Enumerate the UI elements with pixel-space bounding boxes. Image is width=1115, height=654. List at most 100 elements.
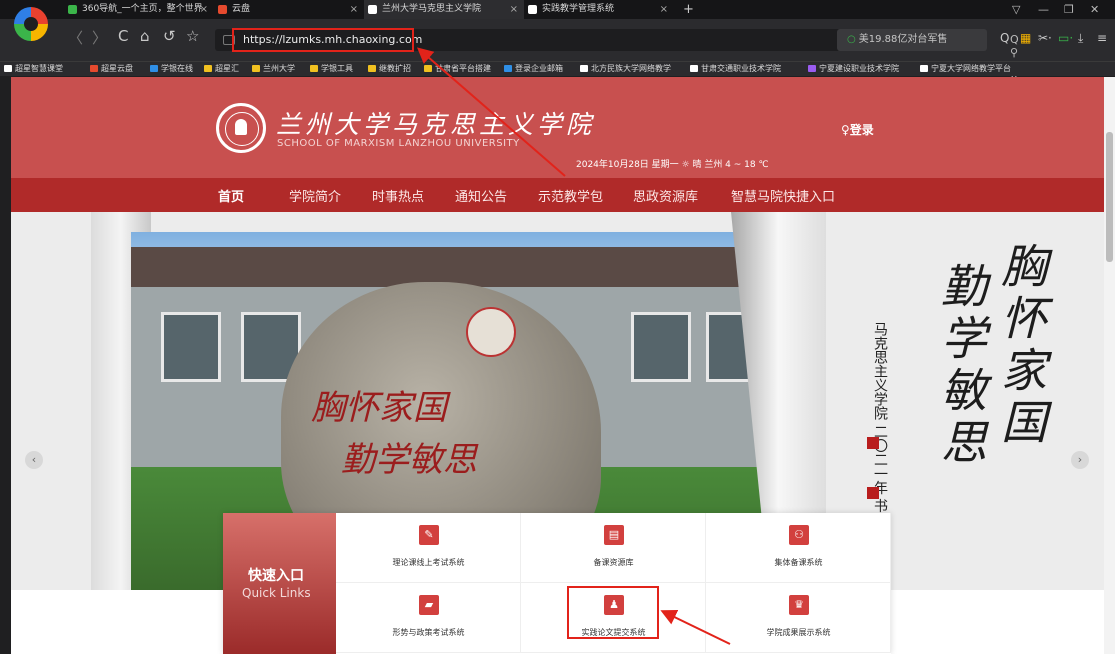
browser-window: 360导航_一个主页，整个世界 × 云盘 × 兰州大学马克思主义学院 × 实践教… (0, 0, 1115, 654)
calligraphy-panel: 胸怀家国 勤学敏思 马克思主义学院 二〇二一年 书 (867, 242, 1071, 542)
page-viewport: 兰州大学马克思主义学院 SCHOOL OF MARXISM LANZHOU UN… (11, 77, 1115, 654)
page-favicon-icon (528, 5, 537, 14)
bookmarks-bar: 超星智慧课堂 超星云盘 学银在线 超星汇 兰州大学 学银工具 继教扩招 甘肃省平… (0, 61, 1115, 76)
quick-link-resource-library[interactable]: ▤ 备课资源库 (521, 513, 706, 583)
home-button[interactable]: ⌂ (140, 27, 150, 45)
quick-link-collective-prep[interactable]: ⚇ 集体备课系统 (706, 513, 891, 583)
folder-icon (204, 65, 212, 72)
quick-links-title: 快速入口 (248, 568, 304, 584)
quick-links-subtitle: Quick Links (242, 586, 311, 600)
calligraphy-text: 胸怀家国 (994, 242, 1048, 450)
360-browser-logo-icon[interactable] (14, 7, 48, 41)
360-favicon-icon (68, 5, 77, 14)
menu-resources[interactable]: 思政资源库 (633, 186, 698, 205)
mail-icon (504, 65, 512, 72)
university-emblem-icon[interactable] (216, 103, 266, 153)
search-text: 美19.88亿对台军售 (858, 34, 948, 45)
quick-link-policy-exam[interactable]: ▰ 形势与政策考试系统 (336, 583, 521, 653)
menu-teaching-packages[interactable]: 示范教学包 (538, 186, 603, 205)
page-icon (4, 65, 12, 72)
bookmark-item[interactable]: 学银工具 (310, 63, 353, 74)
stone-inscription: 勤学敏思 (341, 440, 477, 480)
tab-360-nav[interactable]: 360导航_一个主页，整个世界 × (64, 0, 214, 19)
school-title[interactable]: 兰州大学马克思主义学院 (276, 105, 595, 141)
page-icon (580, 65, 588, 72)
bookmark-item[interactable]: 登录企业邮箱 (504, 63, 563, 74)
tab-practice-system[interactable]: 实践教学管理系统 × (524, 0, 674, 19)
menu-about[interactable]: 学院简介 (289, 186, 341, 205)
bookmark-item[interactable]: 甘肃省平台搭建 (424, 63, 491, 74)
reload-button[interactable]: C (118, 27, 128, 45)
page-icon (690, 65, 698, 72)
download-icon[interactable]: ⤓ (1078, 31, 1083, 46)
bookmark-item[interactable]: 超星汇 (204, 63, 239, 74)
main-menu-icon[interactable]: ≡ (1097, 31, 1107, 45)
media-icon[interactable]: ▭· (1058, 31, 1073, 45)
tab-label: 实践教学管理系统 (542, 4, 615, 14)
menu-news[interactable]: 时事热点 (372, 186, 424, 205)
page-favicon-icon (368, 5, 377, 14)
search-input[interactable]: ○ 美19.88亿对台军售 (837, 29, 987, 51)
red-seal-icon (867, 487, 879, 499)
menu-notices[interactable]: 通知公告 (455, 186, 507, 205)
quick-links-panel: 快速入口 Quick Links ✎ 理论课线上考试系统 ▤ 备课资源库 ⚇ 集… (223, 513, 891, 654)
search-icon: ○ (847, 34, 856, 45)
main-menu: 首页 学院简介 时事热点 通知公告 示范教学包 思政资源库 智慧马院快捷入口 (11, 178, 1104, 212)
calligraphy-text: 勤学敏思 (934, 262, 988, 470)
tab-label: 兰州大学马克思主义学院 (382, 4, 482, 14)
tab-cloud-disk[interactable]: 云盘 × (214, 0, 364, 19)
site-header: 兰州大学马克思主义学院 SCHOOL OF MARXISM LANZHOU UN… (11, 77, 1104, 178)
back-button[interactable]: 〈 (68, 27, 83, 48)
login-link[interactable]: ♀登录 (841, 121, 874, 138)
undo-close-tab-button[interactable]: ↺ (163, 27, 176, 45)
school-seal-icon (466, 307, 516, 357)
minimize-button[interactable]: — (1038, 0, 1049, 19)
tab-close-icon[interactable]: × (510, 0, 518, 19)
quick-link-online-exam[interactable]: ✎ 理论课线上考试系统 (336, 513, 521, 583)
bookmark-item[interactable]: 甘肃交通职业技术学院 (690, 63, 781, 74)
forward-button[interactable]: 〉 (92, 27, 107, 48)
bookmark-item[interactable]: 北方民族大学网络教学 (580, 63, 671, 74)
maximize-button[interactable]: ❐ (1064, 0, 1074, 19)
board-icon: ▤ (604, 525, 624, 545)
xueyin-icon (150, 65, 158, 72)
bookmark-star-icon[interactable]: ☆ (186, 27, 199, 45)
tab-close-icon[interactable]: × (350, 0, 358, 19)
scrollbar-thumb[interactable] (1106, 132, 1113, 262)
bookmark-item[interactable]: 学银在线 (150, 63, 193, 74)
bookmark-item[interactable]: 宁夏大学网络教学平台 (920, 63, 1011, 74)
bookmark-item[interactable]: 超星智慧课堂 (4, 63, 63, 74)
menu-home[interactable]: 首页 (218, 186, 244, 205)
trophy-icon: ♛ (789, 595, 809, 615)
school-english-title: SCHOOL OF MARXISM LANZHOU UNIVERSITY (277, 138, 520, 149)
tab-bar: 360导航_一个主页，整个世界 × 云盘 × 兰州大学马克思主义学院 × 实践教… (0, 0, 1115, 19)
bookmark-item[interactable]: 继教扩招 (368, 63, 411, 74)
tab-label: 360导航_一个主页，整个世界 (82, 4, 203, 14)
quick-links-header: 快速入口 Quick Links (223, 513, 336, 654)
bookmark-item[interactable]: 超星云盘 (90, 63, 133, 74)
navigation-bar: 〈 〉 C ⌂ ↺ ☆ https://lzumks.mh.chaoxing.c… (0, 19, 1115, 85)
carousel-prev-button[interactable]: ‹ (25, 451, 43, 469)
stone-inscription: 胸怀家国 (311, 388, 447, 428)
carousel-next-button[interactable]: › (1071, 451, 1089, 469)
new-tab-button[interactable]: + (683, 0, 694, 19)
close-button[interactable]: ✕ (1090, 0, 1099, 19)
screenshot-icon[interactable]: ✂· (1038, 31, 1052, 45)
tab-marxism-school[interactable]: 兰州大学马克思主义学院 × (364, 0, 524, 19)
folder-icon (252, 65, 260, 72)
page-scrollbar[interactable] (1104, 77, 1115, 654)
window-edge (0, 77, 11, 654)
red-seal-icon (867, 437, 879, 449)
tab-close-icon[interactable]: × (660, 0, 668, 19)
bookmark-item[interactable]: 宁夏建设职业技术学院 (808, 63, 899, 74)
cloud-favicon-icon (218, 5, 227, 14)
date-weather: 2024年10月28日 星期一 ☼ 晴 兰州 4 ~ 18 ℃ (576, 160, 769, 170)
school-icon (808, 65, 816, 72)
toolbar-search-icon[interactable]: Q (1000, 31, 1009, 45)
tab-close-icon[interactable]: × (200, 0, 208, 19)
quick-link-achievements[interactable]: ♛ 学院成果展示系统 (706, 583, 891, 653)
bookmark-item[interactable]: 兰州大学 (252, 63, 295, 74)
menu-quick-entry[interactable]: 智慧马院快捷入口 (731, 186, 835, 205)
apps-icon[interactable]: ▦ (1020, 31, 1031, 45)
menu-icon[interactable]: ▽ (1012, 0, 1020, 19)
